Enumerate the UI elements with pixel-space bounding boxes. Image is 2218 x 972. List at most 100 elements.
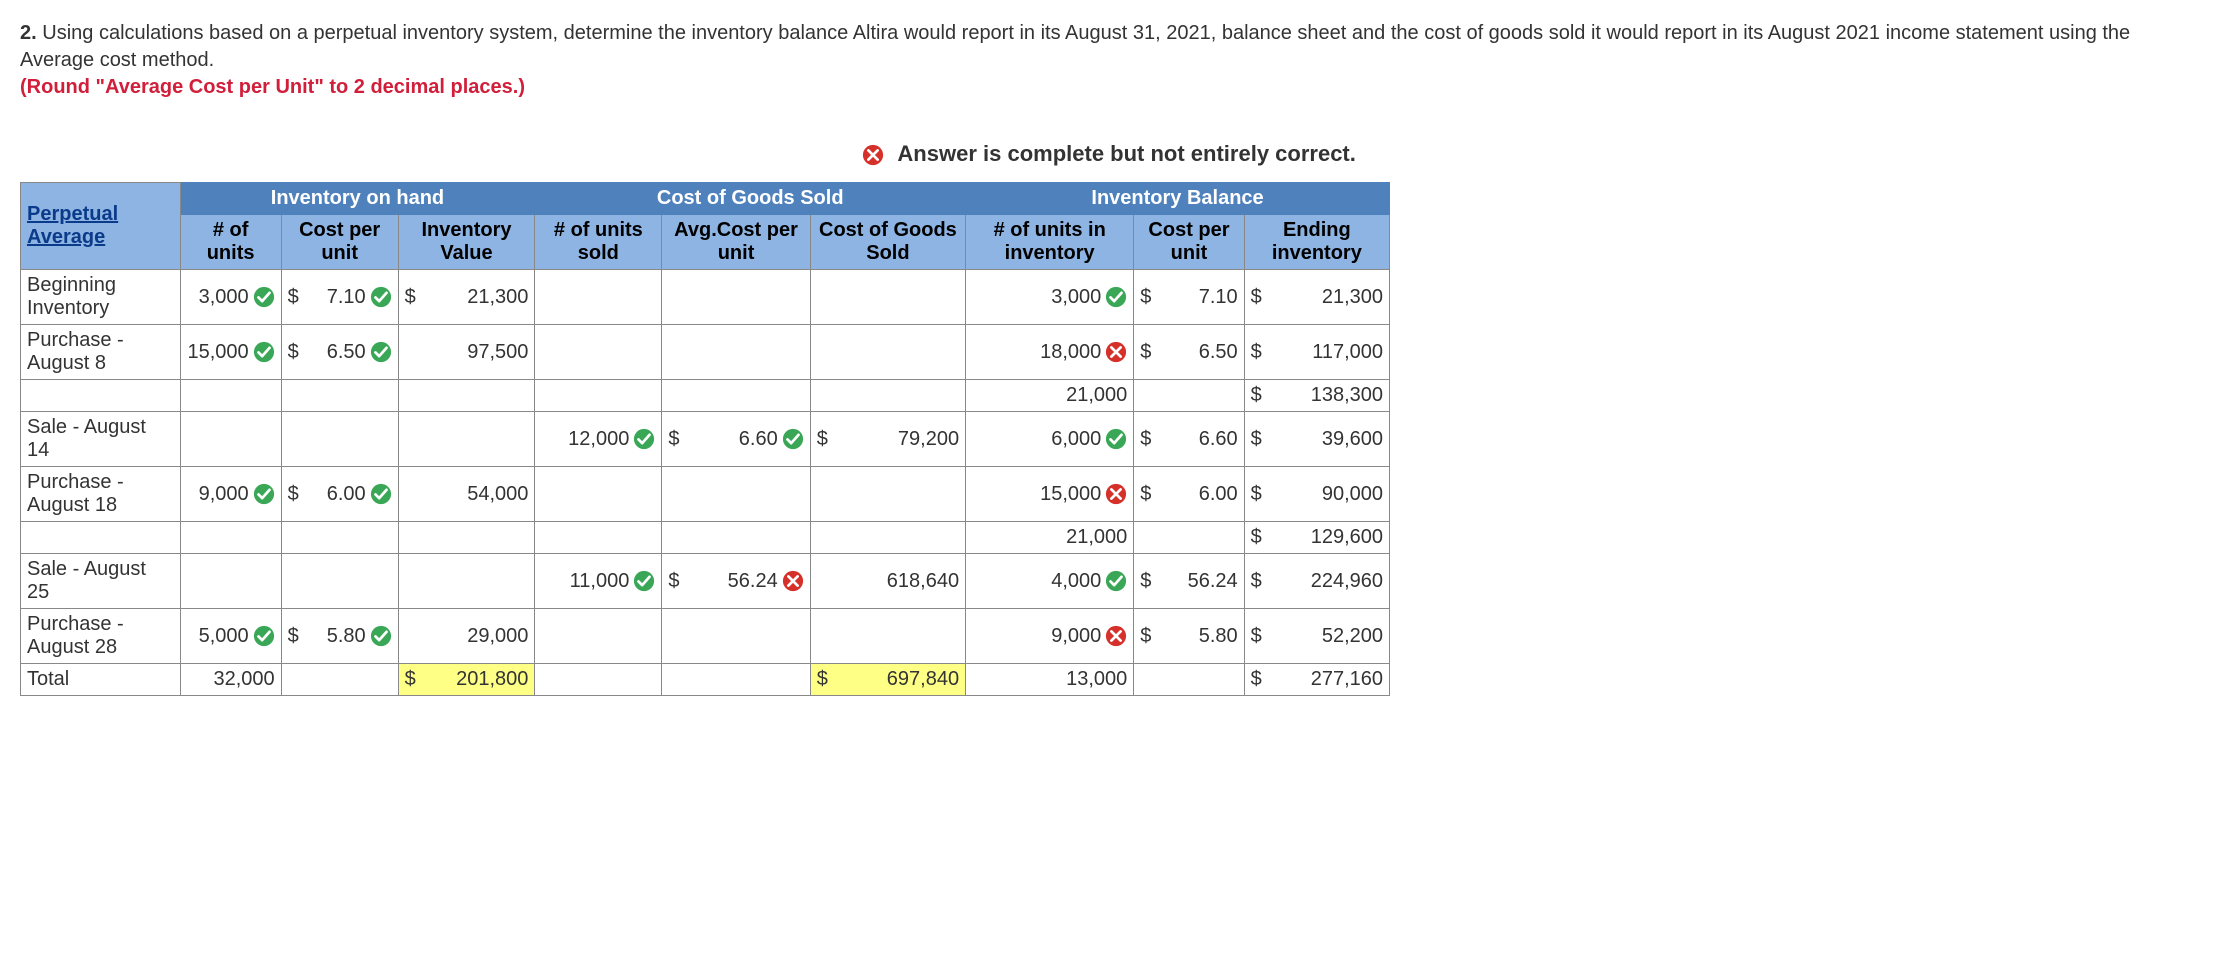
table-cell bbox=[684, 270, 810, 325]
table-cell[interactable]: 29,000 bbox=[420, 609, 535, 664]
table-cell[interactable]: 15,000 bbox=[180, 325, 281, 380]
row-label bbox=[21, 380, 181, 412]
check-icon bbox=[370, 341, 392, 363]
table-cell[interactable]: $56.24 bbox=[1134, 554, 1244, 609]
table-cell[interactable]: $6.50 bbox=[281, 325, 398, 380]
table-cell[interactable]: $6.00 bbox=[281, 467, 398, 522]
table-cell bbox=[662, 609, 684, 664]
table-cell[interactable]: 138,300 bbox=[1266, 380, 1389, 412]
row-label: Sale - August 14 bbox=[21, 412, 181, 467]
check-icon bbox=[370, 625, 392, 647]
table-cell[interactable]: 3,000 bbox=[180, 270, 281, 325]
table-row: 21,000$129,600 bbox=[21, 522, 1390, 554]
table-cell[interactable]: 21,300 bbox=[420, 270, 535, 325]
table-cell[interactable]: 6.60 bbox=[684, 412, 810, 467]
table-cell[interactable]: 6,000 bbox=[966, 412, 1134, 467]
table-cell[interactable]: $5.80 bbox=[281, 609, 398, 664]
check-icon bbox=[253, 625, 275, 647]
table-cell bbox=[662, 325, 684, 380]
table-cell[interactable]: $5.80 bbox=[1134, 609, 1244, 664]
table-cell bbox=[398, 522, 420, 554]
table-cell bbox=[398, 412, 420, 467]
table-cell bbox=[535, 522, 662, 554]
table-cell bbox=[420, 554, 535, 609]
table-cell: $ bbox=[1244, 270, 1266, 325]
row-label: Purchase - August 28 bbox=[21, 609, 181, 664]
table-cell: $ bbox=[398, 270, 420, 325]
table-cell bbox=[281, 412, 398, 467]
table-cell bbox=[180, 380, 281, 412]
table-cell[interactable]: 9,000 bbox=[966, 609, 1134, 664]
table-cell[interactable]: 90,000 bbox=[1266, 467, 1389, 522]
hdr-cost-per-unit2: Cost per unit bbox=[1134, 215, 1244, 270]
table-cell bbox=[535, 325, 662, 380]
table-cell bbox=[810, 270, 965, 325]
table-cell bbox=[535, 467, 662, 522]
check-icon bbox=[370, 286, 392, 308]
table-cell[interactable]: 277,160 bbox=[1266, 664, 1389, 696]
question-number: 2. bbox=[20, 22, 37, 44]
table-cell[interactable]: 5,000 bbox=[180, 609, 281, 664]
table-cell[interactable]: 13,000 bbox=[966, 664, 1134, 696]
table-cell bbox=[1134, 522, 1244, 554]
table-cell[interactable]: 129,600 bbox=[1266, 522, 1389, 554]
check-icon bbox=[370, 483, 392, 505]
table-row: Total32,000$201,800$697,84013,000$277,16… bbox=[21, 664, 1390, 696]
table-cell[interactable]: 56.24 bbox=[684, 554, 810, 609]
table-cell[interactable]: $79,200 bbox=[810, 412, 965, 467]
table-cell[interactable]: 201,800 bbox=[420, 664, 535, 696]
question-body: Using calculations based on a perpetual … bbox=[20, 22, 2130, 71]
hdr-avg-cost: Avg.Cost per unit bbox=[662, 215, 810, 270]
question-text: 2. Using calculations based on a perpetu… bbox=[20, 20, 2198, 101]
hdr-units-inv: # of units in inventory bbox=[966, 215, 1134, 270]
table-cell[interactable]: 18,000 bbox=[966, 325, 1134, 380]
table-cell: $ bbox=[1244, 554, 1266, 609]
table-cell[interactable]: 224,960 bbox=[1266, 554, 1389, 609]
table-cell[interactable]: $7.10 bbox=[1134, 270, 1244, 325]
perpetual-average-table: Perpetual Average Inventory on hand Cost… bbox=[20, 182, 1390, 696]
hdr-inv-value: Inventory Value bbox=[398, 215, 535, 270]
table-cell bbox=[684, 380, 810, 412]
table-cell[interactable]: 12,000 bbox=[535, 412, 662, 467]
hdr-units-sold: # of units sold bbox=[535, 215, 662, 270]
table-cell[interactable]: $6.00 bbox=[1134, 467, 1244, 522]
table-cell[interactable]: 4,000 bbox=[966, 554, 1134, 609]
table-cell bbox=[180, 412, 281, 467]
table-cell bbox=[684, 522, 810, 554]
table-cell bbox=[684, 609, 810, 664]
table-cell[interactable]: 39,600 bbox=[1266, 412, 1389, 467]
table-cell bbox=[420, 380, 535, 412]
hdr-cogs-amt: Cost of Goods Sold bbox=[810, 215, 965, 270]
table-cell[interactable]: 21,300 bbox=[1266, 270, 1389, 325]
table-cell: $ bbox=[1244, 412, 1266, 467]
table-cell[interactable]: 32,000 bbox=[180, 664, 281, 696]
table-cell[interactable]: 52,200 bbox=[1266, 609, 1389, 664]
table-cell[interactable]: $6.50 bbox=[1134, 325, 1244, 380]
check-icon bbox=[633, 570, 655, 592]
table-cell[interactable]: $697,840 bbox=[810, 664, 965, 696]
table-cell[interactable]: 618,640 bbox=[810, 554, 965, 609]
table-cell[interactable]: 97,500 bbox=[420, 325, 535, 380]
table-cell bbox=[535, 664, 662, 696]
table-cell bbox=[180, 554, 281, 609]
hdr-cost-per-unit: Cost per unit bbox=[281, 215, 398, 270]
table-cell[interactable]: 9,000 bbox=[180, 467, 281, 522]
table-cell[interactable]: 21,000 bbox=[966, 522, 1134, 554]
table-cell: $ bbox=[398, 664, 420, 696]
table-cell[interactable]: $7.10 bbox=[281, 270, 398, 325]
table-cell[interactable]: 54,000 bbox=[420, 467, 535, 522]
perpetual-link-cell: Perpetual Average bbox=[21, 183, 181, 270]
table-cell[interactable]: $6.60 bbox=[1134, 412, 1244, 467]
table-cell[interactable]: 117,000 bbox=[1266, 325, 1389, 380]
hdr-inventory-on-hand: Inventory on hand bbox=[180, 183, 535, 215]
perpetual-average-link[interactable]: Perpetual Average bbox=[27, 203, 118, 248]
table-cell bbox=[810, 380, 965, 412]
table-cell[interactable]: 15,000 bbox=[966, 467, 1134, 522]
table-cell[interactable]: 21,000 bbox=[966, 380, 1134, 412]
table-cell bbox=[281, 664, 398, 696]
table-cell[interactable]: 11,000 bbox=[535, 554, 662, 609]
hdr-ending-inv: Ending inventory bbox=[1244, 215, 1389, 270]
table-row: Purchase - August 815,000$6.5097,50018,0… bbox=[21, 325, 1390, 380]
table-cell[interactable]: 3,000 bbox=[966, 270, 1134, 325]
table-cell bbox=[810, 467, 965, 522]
